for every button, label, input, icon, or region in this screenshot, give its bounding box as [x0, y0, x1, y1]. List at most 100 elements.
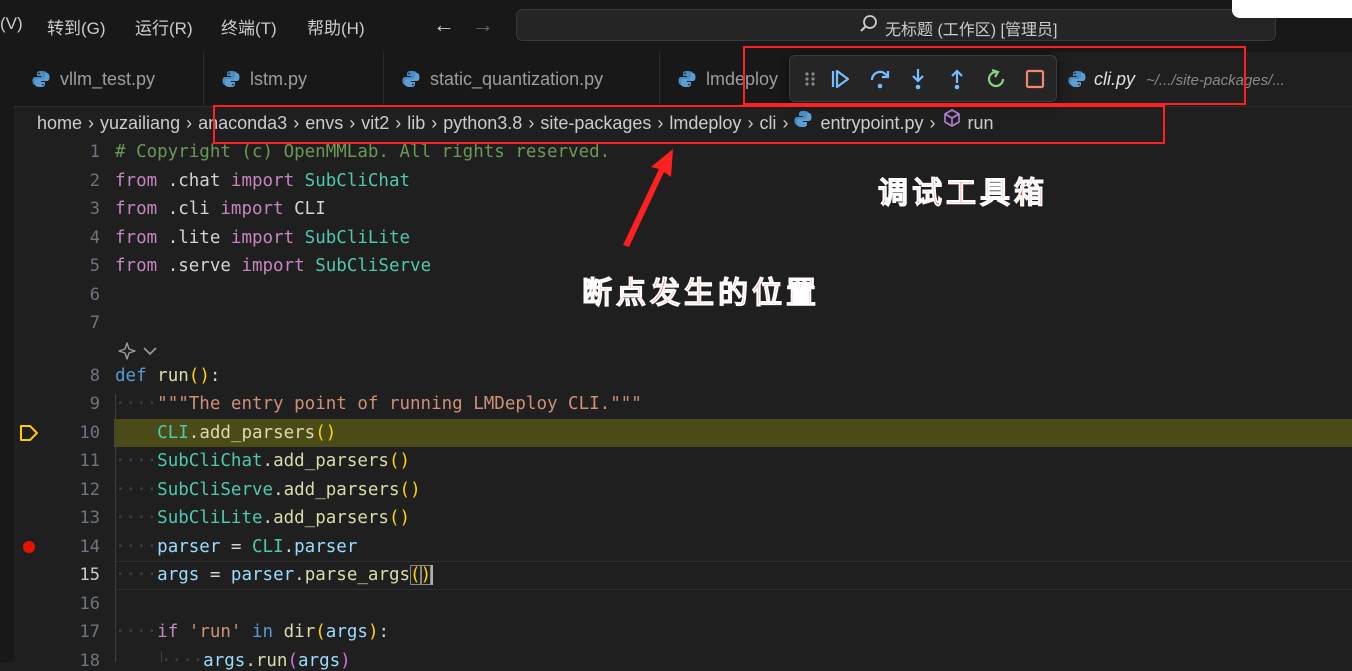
menu-terminal[interactable]: 终端(T) — [221, 14, 277, 39]
variable: args — [203, 651, 246, 671]
method-name: run — [255, 651, 288, 671]
code-line-17: ····if 'run' in dir(args): — [115, 622, 389, 642]
variable: args — [298, 651, 341, 671]
keyword: from — [115, 256, 158, 276]
chevron-down-icon[interactable] — [142, 344, 158, 358]
tab-vllm-test[interactable]: vllm_test.py — [14, 52, 204, 106]
line-number: 12 — [79, 480, 100, 500]
line-number: 8 — [89, 366, 100, 386]
dot: . — [273, 480, 284, 500]
line-number: 11 — [79, 451, 100, 471]
line-number: 5 — [89, 256, 100, 276]
line-number: 3 — [89, 199, 100, 219]
breadcrumb-item[interactable]: yuzailiang — [100, 113, 180, 134]
class-name: CLI — [157, 423, 189, 443]
breakpoint-icon[interactable] — [22, 540, 36, 554]
python-icon — [402, 71, 420, 87]
operator: = — [199, 565, 231, 585]
line-number: 16 — [79, 594, 100, 614]
indent-dots: ···· — [115, 451, 158, 471]
line-number: 14 — [79, 537, 100, 557]
paren: ( — [315, 423, 326, 443]
indent-dots: ···· — [115, 565, 158, 585]
paren: ) — [410, 480, 421, 500]
annotation-arrow-icon — [623, 149, 673, 247]
line-number: 9 — [89, 394, 100, 414]
debug-paused-arrow-icon — [20, 425, 38, 441]
class-name: CLI — [251, 537, 284, 557]
python-icon — [222, 71, 240, 87]
line-number: 18 — [79, 651, 100, 671]
string: 'run' — [188, 622, 242, 642]
keyword: from — [115, 171, 158, 191]
paren: ( — [188, 366, 200, 386]
breadcrumb-highlight-box — [213, 105, 1165, 144]
sparkle-ai-icon[interactable] — [117, 341, 137, 361]
line-number: 1 — [89, 142, 100, 162]
paren: ) — [399, 508, 411, 528]
forward-arrow-icon[interactable]: → — [472, 12, 494, 38]
menu-goto[interactable]: 转到(G) — [47, 14, 106, 39]
menu-help[interactable]: 帮助(H) — [307, 14, 365, 39]
paren: ) — [325, 423, 337, 443]
keyword: from — [115, 199, 158, 219]
chevron-right-icon: › — [88, 112, 95, 133]
search-icon — [860, 15, 877, 32]
code-line-8: def run(): — [115, 366, 220, 386]
colon: : — [378, 622, 390, 642]
paren: ) — [399, 451, 411, 471]
paren-match: ( — [410, 565, 421, 585]
window-corner — [1232, 0, 1352, 18]
line-number: 13 — [79, 508, 100, 528]
back-arrow-icon[interactable]: ← — [433, 12, 455, 38]
variable: args — [325, 622, 368, 642]
class-name: CLI — [283, 199, 326, 219]
menu-run[interactable]: 运行(R) — [135, 14, 193, 39]
code-line-10: ····CLI.add_parsers() — [115, 423, 336, 443]
code-line-2: from .chat import SubCliChat — [115, 171, 410, 191]
paren: ( — [388, 508, 400, 528]
code-line-13: ····SubCliLite.add_parsers() — [115, 508, 410, 528]
paren: ) — [340, 651, 351, 671]
module: .chat — [157, 171, 231, 191]
method-name: add_parsers — [199, 423, 316, 443]
module: .lite — [157, 228, 231, 248]
paren: ( — [315, 622, 326, 642]
docstring: """The entry point of running LMDeploy C… — [157, 394, 642, 414]
annotation-toolbox-label: 调试工具箱 — [878, 176, 1048, 212]
indent-dots: ···· — [115, 480, 158, 500]
keyword: from — [115, 228, 158, 248]
breadcrumb-item[interactable]: home — [37, 113, 82, 134]
line-number: 10 — [79, 423, 100, 443]
keyword: in — [252, 622, 274, 642]
indent-dots: ···· — [115, 394, 158, 414]
paren: ) — [199, 366, 210, 386]
line-number-current: 15 — [79, 565, 100, 585]
method-name: add_parsers — [273, 508, 389, 528]
keyword: if — [157, 622, 179, 642]
command-center-search[interactable]: 无标题 (工作区) [管理员] — [516, 9, 1276, 41]
paren: ( — [399, 480, 411, 500]
paren-match: ) — [420, 565, 432, 585]
keyword: import — [241, 256, 305, 276]
code-line-3: from .cli import CLI — [115, 199, 326, 219]
text-cursor — [431, 565, 434, 585]
tab-static-quantization[interactable]: static_quantization.py — [384, 52, 660, 106]
python-icon — [32, 71, 50, 87]
class-name: SubCliLite — [157, 508, 263, 528]
code-line-11: ····SubCliChat.add_parsers() — [115, 451, 410, 471]
variable: args — [157, 565, 200, 585]
activity-strip — [0, 52, 14, 662]
module: .serve — [157, 256, 242, 276]
indent-dots: ···· — [115, 537, 158, 557]
paren: ) — [367, 622, 379, 642]
code-line-15: ····args = parser.parse_args() — [115, 565, 434, 585]
menu-view[interactable]: (V) — [0, 14, 23, 34]
tab-lstm[interactable]: lstm.py — [204, 52, 384, 106]
dot: . — [262, 508, 274, 528]
indent-dots: ···· — [115, 508, 158, 528]
code-line-14: ····parser = CLI.parser — [115, 537, 357, 557]
